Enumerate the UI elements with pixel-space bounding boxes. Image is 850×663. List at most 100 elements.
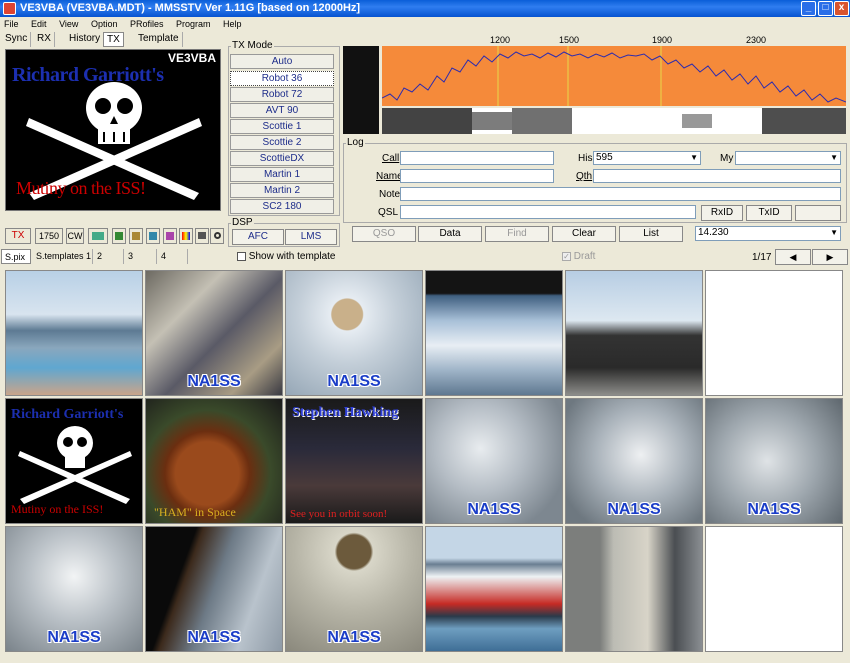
- freq-label-1200: 1200: [490, 35, 511, 45]
- tab-tx[interactable]: TX: [103, 32, 124, 47]
- thumbnail-iss-interior[interactable]: NA1SS: [145, 270, 283, 396]
- data-button[interactable]: Data: [418, 226, 482, 242]
- tab-history[interactable]: History: [66, 32, 105, 47]
- show-template-option[interactable]: Show with template: [237, 251, 336, 262]
- thumbnail-label: NA1SS: [47, 629, 101, 646]
- tx-mode-label: TX Mode: [231, 40, 274, 51]
- clear-button[interactable]: Clear: [552, 226, 616, 242]
- close-button[interactable]: x: [834, 1, 849, 16]
- thumbnail-spacecraft[interactable]: NA1SS: [285, 270, 423, 396]
- mode-robot-72[interactable]: Robot 72: [230, 87, 334, 102]
- clipboard-icon[interactable]: [112, 228, 126, 244]
- menu-edit[interactable]: Edit: [31, 19, 47, 29]
- lms-button[interactable]: LMS: [285, 229, 337, 245]
- tx-button[interactable]: TX: [5, 228, 31, 244]
- template-icon[interactable]: [88, 228, 108, 244]
- menu-program[interactable]: Program: [176, 19, 211, 29]
- tone-1750-button[interactable]: 1750: [35, 228, 63, 244]
- thumbnail-clouds[interactable]: NA1SS: [705, 398, 843, 524]
- mode-martin-2[interactable]: Martin 2: [230, 183, 334, 198]
- chevron-down-icon: ▼: [830, 228, 838, 237]
- my-field[interactable]: ▼: [735, 151, 841, 165]
- picture-icon[interactable]: [146, 228, 160, 244]
- thumbnail-label: NA1SS: [187, 373, 241, 390]
- thumbnail-pirate[interactable]: Richard Garriott's Mutiny on the ISS!: [5, 398, 143, 524]
- thumbnail-operator[interactable]: [565, 526, 703, 652]
- tab-2[interactable]: 2: [94, 249, 124, 264]
- thumbnail-empty[interactable]: [705, 526, 843, 652]
- next-page-button[interactable]: ▶: [812, 249, 848, 265]
- thumbnail-clouds[interactable]: NA1SS: [565, 398, 703, 524]
- image-bottom-text: Mutiny on the ISS!: [16, 178, 146, 198]
- color-bars-icon[interactable]: [179, 228, 193, 244]
- afc-button[interactable]: AFC: [232, 229, 284, 245]
- mode-scottie-2[interactable]: Scottie 2: [230, 135, 334, 150]
- thumbnail-clouds[interactable]: NA1SS: [425, 398, 563, 524]
- mode-sc2-180[interactable]: SC2 180: [230, 199, 334, 214]
- tab-template[interactable]: Template: [135, 32, 183, 47]
- mode-scottie-1[interactable]: Scottie 1: [230, 119, 334, 134]
- qso-button[interactable]: QSO: [352, 226, 416, 242]
- thumbnail-label: NA1SS: [607, 501, 661, 518]
- rxid-button[interactable]: RxID: [701, 205, 743, 221]
- menu-profiles[interactable]: PRofiles: [130, 19, 164, 29]
- camera-icon[interactable]: [195, 228, 209, 244]
- zoom-icon[interactable]: [210, 228, 224, 244]
- frequency-select[interactable]: 14.230 ▼: [695, 226, 841, 241]
- menu-help[interactable]: Help: [223, 19, 242, 29]
- draw-icon[interactable]: [163, 228, 177, 244]
- thumbnail-fireboat[interactable]: [425, 526, 563, 652]
- show-template-checkbox[interactable]: [237, 251, 246, 261]
- chevron-down-icon: ▼: [690, 153, 698, 162]
- tab-3[interactable]: 3: [125, 249, 157, 264]
- qth-field[interactable]: [593, 169, 841, 183]
- txid-button[interactable]: TxID: [746, 205, 792, 221]
- thumbnail-bridge[interactable]: [5, 270, 143, 396]
- thumbnail-spacecraft[interactable]: NA1SS: [285, 526, 423, 652]
- spectrum-display[interactable]: [382, 46, 846, 106]
- menu-file[interactable]: File: [4, 19, 19, 29]
- chevron-down-icon: ▼: [830, 153, 838, 162]
- arrow-left-icon: ◀: [789, 252, 797, 262]
- call-field[interactable]: [400, 151, 554, 165]
- app-icon: [3, 2, 16, 15]
- qsl-field[interactable]: [400, 205, 696, 219]
- draft-option[interactable]: ✓ Draft: [562, 251, 595, 262]
- waterfall-display[interactable]: [382, 108, 846, 134]
- mode-martin-1[interactable]: Martin 1: [230, 167, 334, 182]
- draft-checkbox[interactable]: ✓: [562, 251, 571, 261]
- menu-view[interactable]: View: [59, 19, 78, 29]
- note-field[interactable]: [400, 187, 841, 201]
- mode-auto[interactable]: Auto: [230, 54, 334, 69]
- mode-avt-90[interactable]: AVT 90: [230, 103, 334, 118]
- menu-option[interactable]: Option: [91, 19, 118, 29]
- prev-page-button[interactable]: ◀: [775, 249, 811, 265]
- minimize-button[interactable]: _: [801, 1, 816, 16]
- list-button[interactable]: List: [619, 226, 683, 242]
- menu-bar: File Edit View Option PRofiles Program H…: [0, 17, 850, 31]
- tab-rx[interactable]: RX: [34, 32, 55, 47]
- thumbnail-clouds[interactable]: NA1SS: [5, 526, 143, 652]
- mode-robot-36[interactable]: Robot 36: [230, 71, 334, 86]
- maximize-button[interactable]: □: [818, 1, 833, 16]
- tx-image[interactable]: VE3VBA Richard Garriott's Mutiny on the …: [5, 49, 221, 211]
- thumbnail-ham[interactable]: "HAM" in Space: [145, 398, 283, 524]
- freq-label-1900: 1900: [652, 35, 673, 45]
- name-field[interactable]: [400, 169, 554, 183]
- tab-s-templates-1[interactable]: S.templates 1: [33, 249, 93, 264]
- find-button[interactable]: Find: [485, 226, 549, 242]
- thumbnail-ship[interactable]: [565, 270, 703, 396]
- thumbnail-empty[interactable]: [705, 270, 843, 396]
- tab-4[interactable]: 4: [158, 249, 188, 264]
- tab-sync[interactable]: Sync: [2, 32, 32, 47]
- tab-s-pix[interactable]: S.pix: [1, 249, 31, 264]
- thumbnail-earth[interactable]: [425, 270, 563, 396]
- mode-scottie-dx[interactable]: ScottieDX: [230, 151, 334, 166]
- image-icon[interactable]: [129, 228, 143, 244]
- thumbnail-earth-dark[interactable]: NA1SS: [145, 526, 283, 652]
- extra-button[interactable]: [795, 205, 841, 221]
- qth-label: Qth: [576, 171, 593, 182]
- thumbnail-group[interactable]: Stephen Hawking See you in orbit soon!: [285, 398, 423, 524]
- cw-button[interactable]: CW: [66, 228, 84, 244]
- his-field[interactable]: 595 ▼: [593, 151, 701, 165]
